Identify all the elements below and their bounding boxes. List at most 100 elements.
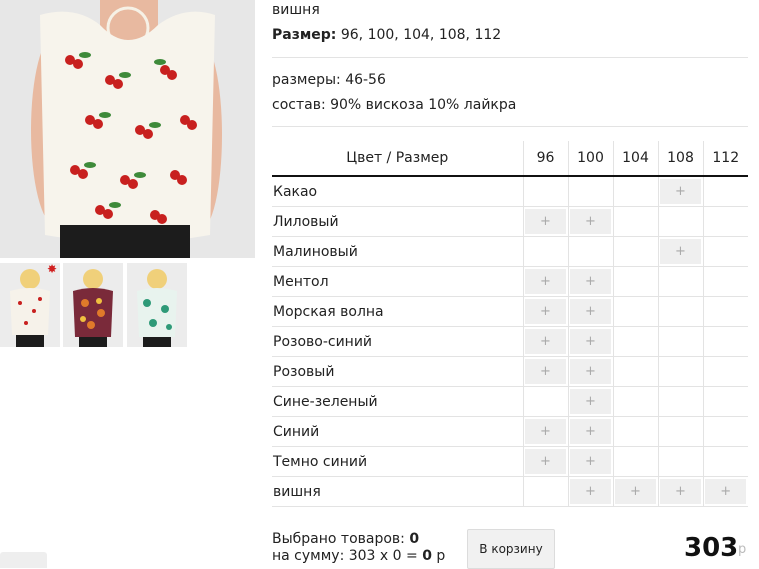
size-cell — [657, 356, 703, 387]
color-name-cell: Ментол — [272, 266, 523, 297]
color-row: Ментол + + — [272, 266, 748, 297]
add-size-button[interactable]: + — [570, 269, 611, 294]
selected-label: Выбрано товаров: — [272, 531, 410, 547]
add-size-button[interactable]: + — [570, 419, 611, 444]
order-footer: Выбрано товаров: 0 на сумму: 303 x 0 = 0… — [272, 528, 759, 569]
color-row: вишня + + + + — [272, 476, 748, 507]
composition: состав: 90% вискоза 10% лайкра — [272, 97, 517, 113]
thumbnail-2[interactable] — [63, 263, 123, 347]
grid-header-row: Цвет / Размер 96 100 104 108 112 — [272, 141, 748, 177]
add-size-button[interactable]: + — [570, 479, 611, 504]
size-header: 100 — [567, 141, 613, 177]
size-cell — [612, 446, 658, 477]
size-cell — [657, 386, 703, 417]
color-name-cell: Темно синий — [272, 446, 523, 477]
size-cell — [612, 296, 658, 327]
size-cell: + — [567, 326, 613, 357]
color-name-cell: Сине-зеленый — [272, 386, 523, 417]
size-cell — [567, 176, 613, 207]
star-icon: ✸ — [46, 263, 58, 276]
color-row: Морская волна + + — [272, 296, 748, 327]
add-size-button[interactable]: + — [525, 329, 566, 354]
size-cell: + — [522, 446, 568, 477]
add-size-button[interactable]: + — [525, 209, 566, 234]
size-cell: + — [522, 206, 568, 237]
price: 303 — [684, 533, 739, 563]
color-row: Темно синий + + — [272, 446, 748, 477]
size-cell: + — [567, 416, 613, 447]
selected-count-line: Выбрано товаров: 0 — [272, 531, 419, 547]
sizes-range: размеры: 46-56 — [272, 72, 386, 88]
sizes-label: Размер: — [272, 27, 337, 43]
size-cell: + — [567, 266, 613, 297]
size-cell — [522, 476, 568, 507]
add-size-button[interactable]: + — [525, 419, 566, 444]
color-name-cell: вишня — [272, 476, 523, 507]
size-cell: + — [567, 446, 613, 477]
add-size-button[interactable]: + — [615, 479, 656, 504]
color-row: Какао + — [272, 176, 748, 207]
add-size-button[interactable]: + — [570, 209, 611, 234]
size-cell — [612, 416, 658, 447]
size-cell — [612, 326, 658, 357]
add-size-button[interactable]: + — [570, 299, 611, 324]
divider — [272, 57, 748, 58]
size-header: 96 — [522, 141, 568, 177]
product-main-photo[interactable] — [0, 0, 255, 258]
size-cell: + — [567, 296, 613, 327]
thumbnail-1[interactable]: ✸ — [0, 263, 60, 347]
size-cell: + — [657, 236, 703, 267]
color-name-cell: Малиновый — [272, 236, 523, 267]
size-cell — [612, 386, 658, 417]
size-cell — [612, 236, 658, 267]
color-name-cell: Какао — [272, 176, 523, 207]
add-size-button[interactable]: + — [660, 479, 701, 504]
size-cell: + — [522, 416, 568, 447]
color-size-grid: Цвет / Размер 96 100 104 108 112 Какао + Л… — [272, 141, 748, 507]
grid-body: Какао + Лиловый + + Малиновый + Ментол + + Морская… — [272, 176, 748, 507]
add-size-button[interactable]: + — [705, 479, 747, 504]
price-currency: р — [738, 542, 747, 557]
size-cell — [657, 416, 703, 447]
size-cell: + — [522, 296, 568, 327]
add-size-button[interactable]: + — [525, 359, 566, 384]
add-size-button[interactable]: + — [525, 269, 566, 294]
size-cell — [702, 356, 748, 387]
size-cell: + — [522, 356, 568, 387]
scroll-to-top-tab[interactable] — [0, 552, 47, 568]
size-cell: + — [522, 266, 568, 297]
size-header: 112 — [702, 141, 748, 177]
size-cell — [612, 266, 658, 297]
size-cell — [702, 416, 748, 447]
size-cell — [522, 236, 568, 267]
add-size-button[interactable]: + — [570, 359, 611, 384]
selected-count: 0 — [409, 531, 420, 547]
size-cell — [702, 326, 748, 357]
color-row: Синий + + — [272, 416, 748, 447]
size-cell: + — [657, 176, 703, 207]
size-cell — [702, 296, 748, 327]
add-size-button[interactable]: + — [660, 179, 701, 204]
size-cell: + — [522, 326, 568, 357]
add-to-cart-button[interactable]: В корзину — [467, 529, 555, 569]
size-cell — [657, 326, 703, 357]
add-size-button[interactable]: + — [570, 449, 611, 474]
add-size-button[interactable]: + — [660, 239, 701, 264]
size-cell — [702, 446, 748, 477]
grid-header-label: Цвет / Размер — [272, 141, 523, 177]
size-cell — [702, 386, 748, 417]
color-name-cell: Розово-синий — [272, 326, 523, 357]
add-size-button[interactable]: + — [525, 449, 566, 474]
add-size-button[interactable]: + — [570, 329, 611, 354]
size-cell: + — [657, 476, 703, 507]
sum-currency: р — [431, 548, 446, 564]
add-size-button[interactable]: + — [570, 389, 611, 414]
size-cell — [522, 176, 568, 207]
thumbnail-3[interactable] — [127, 263, 187, 347]
color-row: Розовый + + — [272, 356, 748, 387]
size-cell — [612, 206, 658, 237]
divider — [272, 126, 748, 127]
sum-label: на сумму: 303 x 0 = — [272, 548, 423, 564]
size-cell: + — [567, 206, 613, 237]
add-size-button[interactable]: + — [525, 299, 566, 324]
